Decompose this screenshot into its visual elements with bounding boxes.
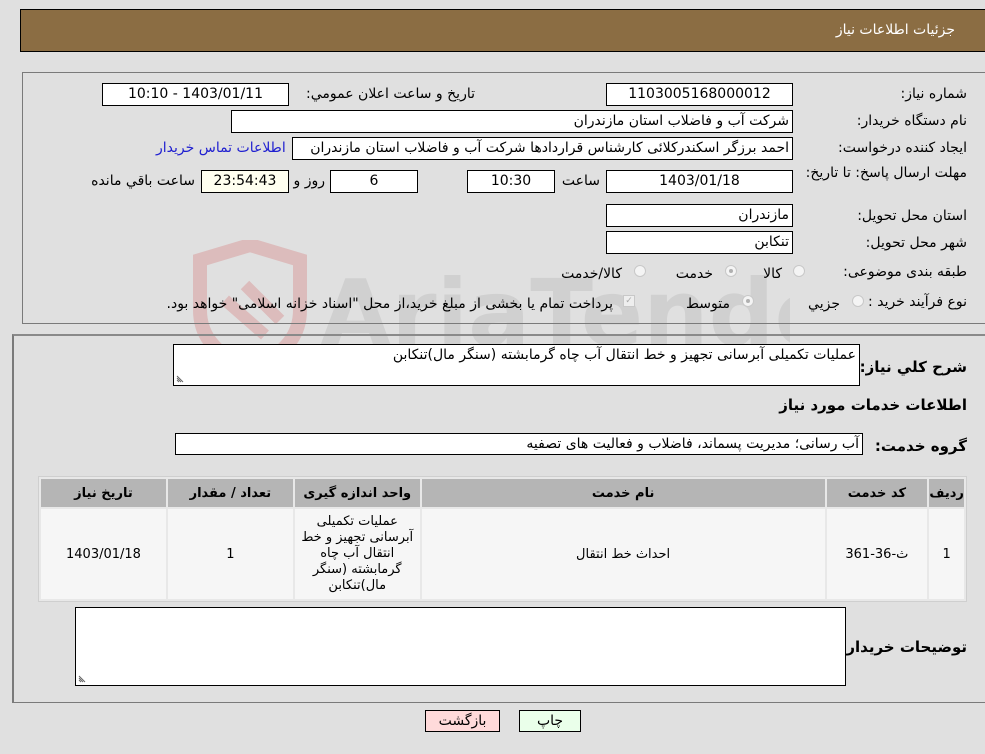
buyer-org-label: نام دستگاه خريدار: bbox=[856, 113, 967, 129]
city-label: شهر محل تحويل: bbox=[865, 235, 967, 251]
deadline-time-label: ساعت bbox=[561, 173, 600, 189]
process-radio-minor[interactable] bbox=[852, 295, 864, 307]
col-header-row-number: رديف bbox=[929, 479, 964, 507]
announce-datetime-label: تاريخ و ساعت اعلان عمومي: bbox=[306, 86, 475, 102]
deadline-date-field: 1403/01/18 bbox=[606, 170, 793, 193]
cell-need-date: 1403/01/18 bbox=[41, 509, 166, 599]
category-radio-goods[interactable] bbox=[793, 265, 805, 277]
col-header-need-date: تاريخ نياز bbox=[41, 479, 166, 507]
buyer-contact-link[interactable]: اطلاعات تماس خريدار bbox=[156, 140, 286, 156]
general-desc-label: شرح کلي نياز: bbox=[859, 358, 967, 376]
col-header-service-name: نام خدمت bbox=[421, 479, 825, 507]
need-number-field: 1103005168000012 bbox=[606, 83, 793, 106]
process-option-minor: جزيي bbox=[808, 296, 840, 312]
table-header-row: رديف کد خدمت نام خدمت واحد اندازه گيری ت… bbox=[41, 479, 964, 507]
cell-quantity: 1 bbox=[167, 509, 293, 599]
service-group-field: آب رسانی؛ مديريت پسماند، فاضلاب و فعاليت… bbox=[175, 433, 863, 455]
category-option-goods-service: کالا/خدمت bbox=[561, 266, 622, 282]
days-remaining-field: 6 bbox=[330, 170, 418, 193]
service-group-label: گروه خدمت: bbox=[874, 437, 967, 455]
general-desc-text: عمليات تکميلی آبرسانی تجهيز و خط انتقال … bbox=[392, 347, 856, 363]
requester-label: ايجاد کننده درخواست: bbox=[838, 140, 967, 156]
print-button[interactable]: چاپ bbox=[519, 710, 581, 732]
days-label: روز و bbox=[293, 173, 326, 189]
resize-grip-icon[interactable] bbox=[176, 375, 184, 383]
cell-row-number: 1 bbox=[929, 509, 964, 599]
process-option-medium: متوسط bbox=[686, 296, 730, 312]
col-header-unit: واحد اندازه گيری bbox=[294, 479, 420, 507]
category-radio-goods-service[interactable] bbox=[634, 265, 646, 277]
col-header-service-code: کد خدمت bbox=[826, 479, 928, 507]
category-option-service: خدمت bbox=[675, 266, 713, 282]
treasury-checkbox[interactable]: ✓ bbox=[623, 295, 635, 307]
treasury-note: پرداخت تمام يا بخشی از مبلغ خريد،از محل … bbox=[166, 296, 613, 312]
category-radio-service[interactable] bbox=[725, 265, 737, 277]
province-field: مازندران bbox=[606, 204, 793, 227]
category-option-goods: کالا bbox=[763, 266, 782, 282]
category-label: طبقه بندی موضوعی: bbox=[843, 264, 967, 280]
buyer-org-field: شرکت آب و فاضلاب استان مازندران bbox=[231, 110, 793, 133]
city-field: تنکابن bbox=[606, 231, 793, 254]
table-row: 1 ث-36-361 احداث خط انتقال عمليات تکميلی… bbox=[41, 509, 964, 599]
deadline-time-field: 10:30 bbox=[467, 170, 555, 193]
back-button[interactable]: بازگشت bbox=[425, 710, 500, 732]
cell-service-name: احداث خط انتقال bbox=[421, 509, 825, 599]
general-desc-textarea[interactable]: عمليات تکميلی آبرسانی تجهيز و خط انتقال … bbox=[173, 344, 860, 386]
page-header: جزئیات اطلاعات نیاز bbox=[20, 9, 985, 52]
deadline-label: مهلت ارسال پاسخ: تا تاريخ: bbox=[805, 165, 967, 181]
buyer-notes-label: توضيحات خريدار: bbox=[840, 638, 967, 656]
cell-unit: عمليات تکميلی آبرسانی تجهيز و خط انتقال … bbox=[294, 509, 420, 599]
purchase-process-label: نوع فرآيند خريد : bbox=[868, 294, 967, 310]
process-radio-medium[interactable] bbox=[742, 295, 754, 307]
requester-field: احمد برزگر اسکندرکلائی کارشناس قراردادها… bbox=[292, 137, 793, 160]
buyer-notes-textarea[interactable] bbox=[75, 607, 846, 686]
services-heading: اطلاعات خدمات مورد نياز bbox=[779, 396, 967, 414]
page-title: جزئیات اطلاعات نیاز bbox=[835, 22, 955, 38]
remaining-label: ساعت باقي مانده bbox=[91, 173, 195, 189]
need-number-label: شماره نیاز: bbox=[900, 86, 968, 102]
countdown-timer: 23:54:43 bbox=[201, 170, 289, 193]
services-table: رديف کد خدمت نام خدمت واحد اندازه گيری ت… bbox=[38, 476, 967, 602]
resize-grip-icon[interactable] bbox=[78, 675, 86, 683]
announce-datetime-field: 1403/01/11 - 10:10 bbox=[102, 83, 289, 106]
province-label: استان محل تحويل: bbox=[857, 208, 967, 224]
cell-service-code: ث-36-361 bbox=[826, 509, 928, 599]
col-header-quantity: تعداد / مقدار bbox=[167, 479, 293, 507]
